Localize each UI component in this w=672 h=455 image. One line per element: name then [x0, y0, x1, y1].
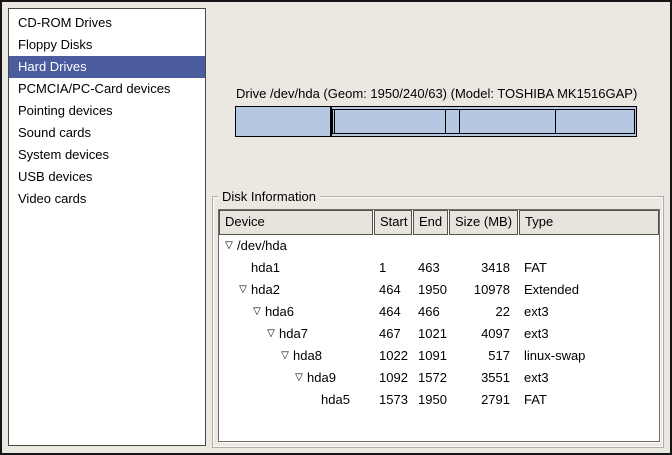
- column-header-start[interactable]: Start: [374, 210, 412, 235]
- end-cell: 1950: [413, 389, 448, 411]
- size-cell: 22: [449, 301, 518, 323]
- device-label: /dev/hda: [237, 235, 287, 257]
- table-row-hda2[interactable]: ▽ hda2 464 1950 10978 Extended: [219, 279, 659, 301]
- expander-down-icon[interactable]: ▽: [263, 323, 279, 345]
- column-header-size[interactable]: Size (MB): [449, 210, 518, 235]
- start-cell: 1: [374, 257, 412, 279]
- partition-segment-hda8[interactable]: [446, 110, 460, 133]
- column-header-end[interactable]: End: [413, 210, 448, 235]
- type-cell: FAT: [519, 389, 659, 411]
- size-cell: [449, 235, 518, 257]
- end-cell: 466: [413, 301, 448, 323]
- partition-segment-hda9[interactable]: [460, 110, 556, 133]
- column-header-type[interactable]: Type: [519, 210, 659, 235]
- end-cell: 1091: [413, 345, 448, 367]
- logical-partitions-area: [332, 109, 635, 134]
- partition-segment-hda5[interactable]: [556, 110, 634, 133]
- disk-information-frame: Disk Information Device Start End Size (…: [212, 196, 664, 448]
- start-cell: [374, 235, 412, 257]
- table-row-hda8[interactable]: ▽ hda8 1022 1091 517 linux-swap: [219, 345, 659, 367]
- size-cell: 10978: [449, 279, 518, 301]
- type-cell: FAT: [519, 257, 659, 279]
- end-cell: 463: [413, 257, 448, 279]
- start-cell: 1573: [374, 389, 412, 411]
- partition-bar: [235, 106, 637, 137]
- type-cell: linux-swap: [519, 345, 659, 367]
- table-row-hda6[interactable]: ▽ hda6 464 466 22 ext3: [219, 301, 659, 323]
- expander-down-icon[interactable]: ▽: [291, 367, 307, 389]
- device-label: hda2: [251, 279, 280, 301]
- start-cell: 467: [374, 323, 412, 345]
- partition-segment-hda7[interactable]: [335, 110, 446, 133]
- hardware-browser-window: CD-ROM Drives Floppy Disks Hard Drives P…: [0, 0, 672, 455]
- sidebar-item-video-cards[interactable]: Video cards: [9, 188, 205, 210]
- end-cell: 1950: [413, 279, 448, 301]
- sidebar-item-sound-cards[interactable]: Sound cards: [9, 122, 205, 144]
- sidebar-item-cdrom-drives[interactable]: CD-ROM Drives: [9, 12, 205, 34]
- table-row-dev-hda[interactable]: ▽ /dev/hda: [219, 235, 659, 257]
- type-cell: [519, 235, 659, 257]
- size-cell: 2791: [449, 389, 518, 411]
- sidebar-item-pointing-devices[interactable]: Pointing devices: [9, 100, 205, 122]
- size-cell: 517: [449, 345, 518, 367]
- device-label: hda6: [265, 301, 294, 323]
- sidebar-item-usb-devices[interactable]: USB devices: [9, 166, 205, 188]
- disk-information-frame-label: Disk Information: [218, 188, 320, 205]
- type-cell: ext3: [519, 301, 659, 323]
- column-header-device[interactable]: Device: [219, 210, 373, 235]
- end-cell: 1572: [413, 367, 448, 389]
- start-cell: 1022: [374, 345, 412, 367]
- expander-down-icon[interactable]: ▽: [277, 345, 293, 367]
- end-cell: 1021: [413, 323, 448, 345]
- table-row-hda1[interactable]: hda1 1 463 3418 FAT: [219, 257, 659, 279]
- sidebar-item-floppy-disks[interactable]: Floppy Disks: [9, 34, 205, 56]
- type-cell: ext3: [519, 323, 659, 345]
- type-cell: Extended: [519, 279, 659, 301]
- table-row-hda7[interactable]: ▽ hda7 467 1021 4097 ext3: [219, 323, 659, 345]
- device-label: hda8: [293, 345, 322, 367]
- start-cell: 464: [374, 301, 412, 323]
- table-row-hda9[interactable]: ▽ hda9 1092 1572 3551 ext3: [219, 367, 659, 389]
- expander-down-icon[interactable]: ▽: [235, 279, 251, 301]
- device-label: hda9: [307, 367, 336, 389]
- drive-title: Drive /dev/hda (Geom: 1950/240/63) (Mode…: [236, 86, 637, 101]
- size-cell: 4097: [449, 323, 518, 345]
- device-label: hda5: [321, 389, 350, 411]
- device-label: hda1: [251, 257, 280, 279]
- expander-down-icon[interactable]: ▽: [221, 235, 237, 257]
- table-row-hda5[interactable]: hda5 1573 1950 2791 FAT: [219, 389, 659, 411]
- partition-table-header: Device Start End Size (MB) Type: [219, 210, 659, 235]
- expander-down-icon[interactable]: ▽: [249, 301, 265, 323]
- partition-segment-extended[interactable]: [331, 107, 636, 136]
- device-category-list: CD-ROM Drives Floppy Disks Hard Drives P…: [8, 8, 206, 446]
- size-cell: 3551: [449, 367, 518, 389]
- sidebar-item-hard-drives[interactable]: Hard Drives: [9, 56, 205, 78]
- sidebar-item-pcmcia-devices[interactable]: PCMCIA/PC-Card devices: [9, 78, 205, 100]
- end-cell: [413, 235, 448, 257]
- sidebar-item-system-devices[interactable]: System devices: [9, 144, 205, 166]
- start-cell: 1092: [374, 367, 412, 389]
- device-label: hda7: [279, 323, 308, 345]
- size-cell: 3418: [449, 257, 518, 279]
- start-cell: 464: [374, 279, 412, 301]
- type-cell: ext3: [519, 367, 659, 389]
- partition-segment-hda1[interactable]: [236, 107, 331, 136]
- partition-table: Device Start End Size (MB) Type ▽ /dev/h…: [218, 209, 660, 442]
